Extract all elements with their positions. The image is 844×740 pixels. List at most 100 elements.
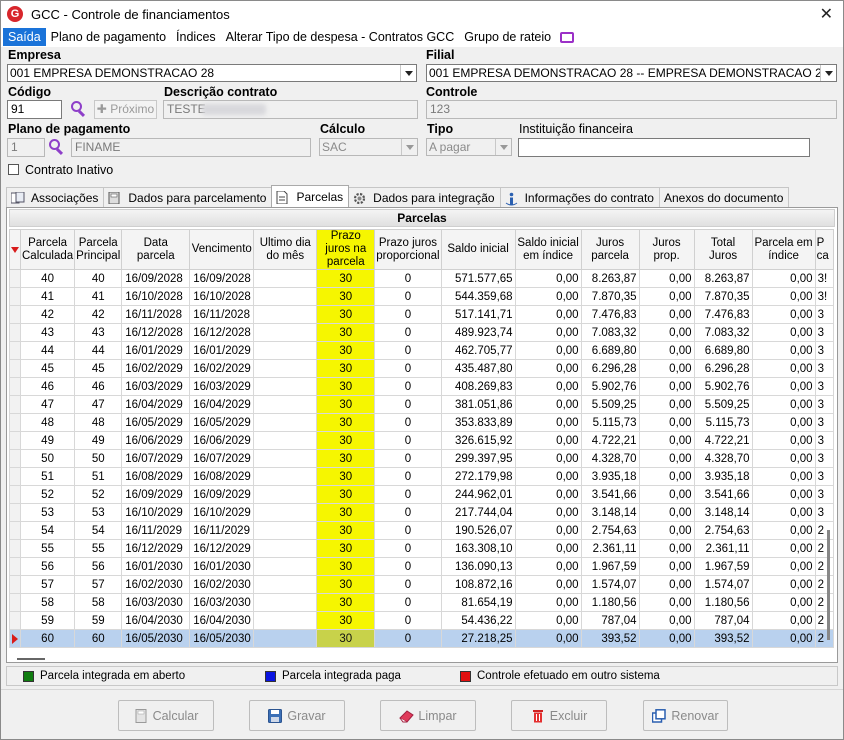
cell-p-ca[interactable]: 2 [814,539,834,558]
filial-select[interactable]: 001 EMPRESA DEMONSTRACAO 28 -- EMPRESA D… [426,64,837,82]
cell-juros-prop[interactable]: 0,00 [638,449,695,468]
cell-parcela-calculada[interactable]: 53 [19,503,76,522]
table-row[interactable]: 51 51 16/08/2029 16/08/2029 30 0 272.179,98 0,0… [9,467,834,486]
cell-parcela-calculada[interactable]: 41 [19,287,76,306]
cell-ultimo-dia-mes[interactable] [253,431,318,450]
cell-vencimento[interactable]: 16/03/2029 [189,377,255,396]
cell-ultimo-dia-mes[interactable] [253,485,318,504]
cell-prazo-juros-parcela[interactable]: 30 [316,323,376,342]
cell-parcela-principal[interactable]: 49 [74,431,123,450]
cell-juros-parcela[interactable]: 787,04 [580,611,640,630]
cell-juros-parcela[interactable]: 5.115,73 [580,413,640,432]
cell-saldo-inicial[interactable]: 381.051,86 [440,395,516,414]
cell-vencimento[interactable]: 16/03/2030 [189,593,255,612]
row-indicator[interactable] [9,431,21,450]
row-indicator[interactable] [9,287,21,306]
cell-prazo-juros-parcela[interactable]: 30 [316,269,376,288]
cell-ultimo-dia-mes[interactable] [253,467,318,486]
cell-parcela-indice[interactable]: 0,00 [751,557,816,576]
cell-parcela-indice[interactable]: 0,00 [751,503,816,522]
cell-prazo-juros-parcela[interactable]: 30 [316,521,376,540]
cell-juros-parcela[interactable]: 7.083,32 [580,323,640,342]
cell-juros-parcela[interactable]: 3.541,66 [580,485,640,504]
cell-saldo-inicial[interactable]: 353.833,89 [440,413,516,432]
cell-prazo-juros-proporcional[interactable]: 0 [374,467,442,486]
cell-juros-parcela[interactable]: 4.328,70 [580,449,640,468]
cell-data-parcela[interactable]: 16/01/2030 [121,557,191,576]
cell-vencimento[interactable]: 16/05/2029 [189,413,255,432]
cell-juros-prop[interactable]: 0,00 [638,539,695,558]
chevron-down-icon[interactable] [400,65,416,81]
table-row[interactable]: 58 58 16/03/2030 16/03/2030 30 0 81.654,19 0,00… [9,593,834,612]
cell-data-parcela[interactable]: 16/05/2030 [121,629,191,648]
cell-parcela-indice[interactable]: 0,00 [751,323,816,342]
cell-juros-parcela[interactable]: 4.722,21 [580,431,640,450]
cell-parcela-principal[interactable]: 42 [74,305,123,324]
table-row[interactable]: 44 44 16/01/2029 16/01/2029 30 0 462.705,77 0,0… [9,341,834,360]
cell-juros-prop[interactable]: 0,00 [638,503,695,522]
cell-juros-prop[interactable]: 0,00 [638,323,695,342]
cell-juros-parcela[interactable]: 1.180,56 [580,593,640,612]
cell-parcela-calculada[interactable]: 59 [19,611,76,630]
vertical-scrollbar[interactable] [827,530,830,640]
cell-saldo-inicial[interactable]: 217.744,04 [440,503,516,522]
row-indicator[interactable] [9,467,21,486]
cell-juros-prop[interactable]: 0,00 [638,269,695,288]
cell-prazo-juros-proporcional[interactable]: 0 [374,359,442,378]
cell-ultimo-dia-mes[interactable] [253,449,318,468]
cell-saldo-inicial[interactable]: 136.090,13 [440,557,516,576]
cell-p-ca[interactable]: 3 [814,377,834,396]
cell-parcela-principal[interactable]: 47 [74,395,123,414]
cell-saldo-inicial[interactable]: 435.487,80 [440,359,516,378]
table-row[interactable]: 46 46 16/03/2029 16/03/2029 30 0 408.269,83 0,0… [9,377,834,396]
cell-parcela-principal[interactable]: 57 [74,575,123,594]
cell-juros-prop[interactable]: 0,00 [638,341,695,360]
cell-total-juros[interactable]: 1.180,56 [693,593,753,612]
table-row[interactable]: 42 42 16/11/2028 16/11/2028 30 0 517.141,71 0,0… [9,305,834,324]
column-header-data-parcela[interactable]: Data parcela [121,229,191,270]
cell-p-ca[interactable]: 3! [814,287,834,306]
chevron-down-icon[interactable] [401,139,417,155]
row-indicator[interactable] [9,341,21,360]
cell-saldo-inicial[interactable]: 299.397,95 [440,449,516,468]
cell-total-juros[interactable]: 4.328,70 [693,449,753,468]
cell-p-ca[interactable]: 3 [814,413,834,432]
cell-saldo-inicial-indice[interactable]: 0,00 [514,395,582,414]
cell-parcela-calculada[interactable]: 45 [19,359,76,378]
column-header-total-juros[interactable]: Total Juros [693,229,753,270]
cell-p-ca[interactable]: 3 [814,449,834,468]
cell-parcela-indice[interactable]: 0,00 [751,611,816,630]
cell-saldo-inicial-indice[interactable]: 0,00 [514,557,582,576]
row-indicator[interactable] [9,629,21,648]
cell-ultimo-dia-mes[interactable] [253,305,318,324]
cell-juros-prop[interactable]: 0,00 [638,413,695,432]
cell-juros-prop[interactable]: 0,00 [638,359,695,378]
cell-saldo-inicial[interactable]: 163.308,10 [440,539,516,558]
cell-ultimo-dia-mes[interactable] [253,503,318,522]
chevron-down-icon[interactable] [820,65,836,81]
row-indicator[interactable] [9,485,21,504]
cell-parcela-principal[interactable]: 50 [74,449,123,468]
cell-vencimento[interactable]: 16/10/2029 [189,503,255,522]
row-indicator[interactable] [9,305,21,324]
cell-total-juros[interactable]: 6.296,28 [693,359,753,378]
cell-parcela-calculada[interactable]: 54 [19,521,76,540]
cell-prazo-juros-parcela[interactable]: 30 [316,413,376,432]
cell-parcela-calculada[interactable]: 40 [19,269,76,288]
cell-vencimento[interactable]: 16/09/2028 [189,269,255,288]
table-row[interactable]: 41 41 16/10/2028 16/10/2028 30 0 544.359,68 0,0… [9,287,834,306]
tab-anexos-documento[interactable]: Anexos do documento [658,187,790,207]
cell-p-ca[interactable]: 2 [814,629,834,648]
row-indicator[interactable] [9,449,21,468]
cell-juros-parcela[interactable]: 6.689,80 [580,341,640,360]
cell-total-juros[interactable]: 7.870,35 [693,287,753,306]
row-indicator[interactable] [9,413,21,432]
cell-parcela-indice[interactable]: 0,00 [751,449,816,468]
cell-prazo-juros-parcela[interactable]: 30 [316,395,376,414]
cell-parcela-indice[interactable]: 0,00 [751,269,816,288]
cell-saldo-inicial[interactable]: 108.872,16 [440,575,516,594]
cell-prazo-juros-parcela[interactable]: 30 [316,449,376,468]
table-row[interactable]: 40 40 16/09/2028 16/09/2028 30 0 571.577,65 0,0… [9,269,834,288]
cell-p-ca[interactable]: 3 [814,395,834,414]
cell-total-juros[interactable]: 3.148,14 [693,503,753,522]
